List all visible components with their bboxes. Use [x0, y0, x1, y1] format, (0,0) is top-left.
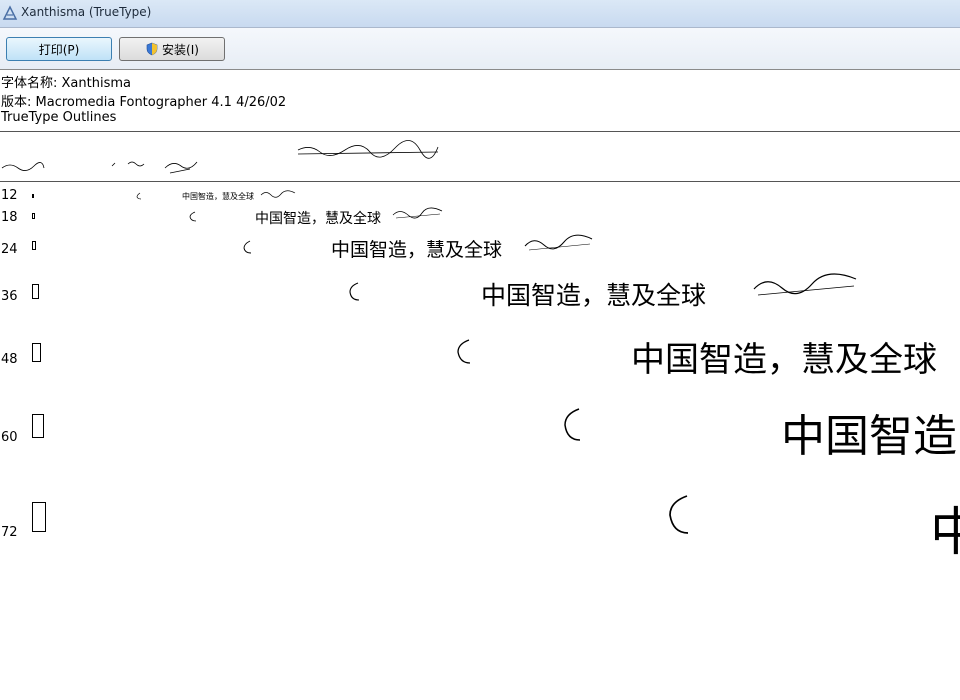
size-label-48: 48 [1, 352, 18, 367]
cjk-sample-72: 中国智造，慧及全球 [930, 503, 960, 563]
digit-sample-24 [524, 234, 593, 251]
size-label-72: 72 [1, 525, 18, 540]
missing-glyph-box [32, 343, 41, 362]
missing-glyph-box [32, 241, 36, 250]
size-label-36: 36 [1, 289, 18, 304]
glyph-c [189, 211, 197, 222]
glyph-c [669, 495, 689, 534]
size-label-24: 24 [1, 242, 18, 257]
digit-sample-36 [753, 273, 857, 296]
glyph-c [564, 408, 581, 441]
size-label-18: 18 [1, 210, 18, 225]
size-label-60: 60 [1, 430, 18, 445]
cjk-sample-24: 中国智造，慧及全球 [331, 239, 503, 261]
charset-preview [1, 140, 439, 174]
missing-glyph-box [32, 502, 46, 532]
font-version: 版本: Macromedia Fontographer 4.1 4/26/02 [1, 95, 287, 110]
missing-glyph-box [32, 414, 44, 438]
window-title: Xanthisma (TrueType) [21, 5, 152, 19]
missing-glyph-box [32, 194, 34, 198]
missing-glyph-box [32, 284, 39, 299]
uac-shield-icon [146, 42, 158, 56]
glyph-c [136, 192, 142, 200]
digit-sample-12 [260, 190, 296, 198]
missing-glyph-box [32, 213, 35, 219]
install-button[interactable]: 安装(I) [119, 37, 225, 61]
cjk-sample-48: 中国智造，慧及全球 [631, 340, 937, 380]
print-button[interactable]: 打印(P) [6, 37, 112, 61]
cjk-sample-36: 中国智造，慧及全球 [481, 281, 707, 310]
print-button-label: 打印(P) [38, 42, 80, 57]
font-viewer-icon [2, 5, 18, 20]
font-name: 字体名称: Xanthisma [1, 76, 131, 91]
outline-type: TrueType Outlines [1, 110, 117, 125]
size-label-12: 12 [1, 188, 18, 203]
install-button-label: 安装(I) [162, 42, 199, 57]
glyph-c [457, 339, 471, 364]
cjk-sample-60: 中国智造，慧及全球 [781, 411, 960, 462]
toolbar: 打印(P) 安装(I) [0, 28, 960, 70]
glyph-c [349, 282, 360, 301]
divider-top [0, 131, 960, 132]
glyph-c [243, 240, 252, 254]
digit-sample-18 [392, 207, 443, 219]
title-bar: Xanthisma (TrueType) [0, 0, 960, 28]
cjk-sample-12: 中国智造，慧及全球 [182, 192, 254, 201]
cjk-sample-18: 中国智造，慧及全球 [255, 211, 381, 227]
divider-bottom [0, 181, 960, 182]
